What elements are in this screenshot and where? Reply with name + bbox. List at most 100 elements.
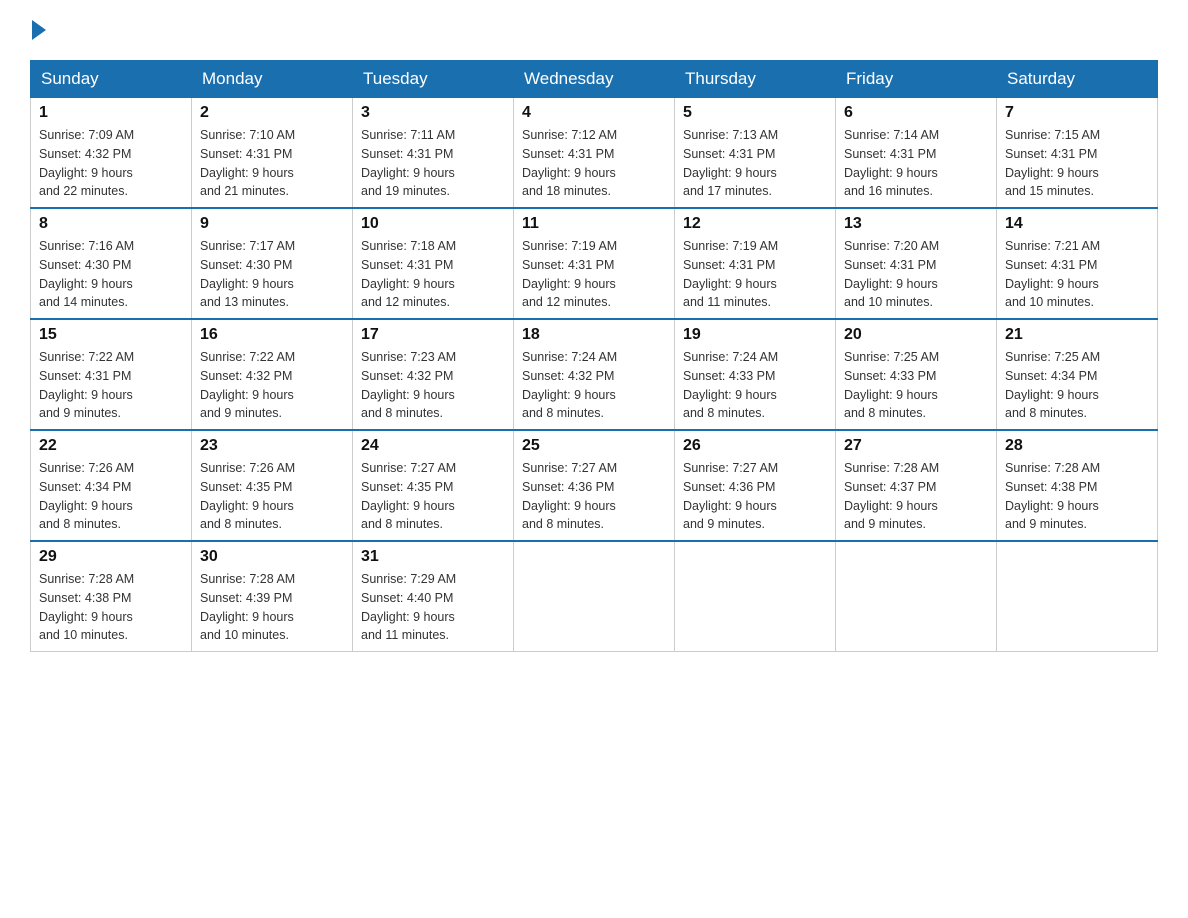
weekday-header-thursday: Thursday xyxy=(675,61,836,98)
day-number: 9 xyxy=(200,215,344,233)
weekday-header-row: SundayMondayTuesdayWednesdayThursdayFrid… xyxy=(31,61,1158,98)
day-info: Sunrise: 7:28 AMSunset: 4:38 PMDaylight:… xyxy=(39,570,183,645)
day-number: 8 xyxy=(39,215,183,233)
weekday-header-friday: Friday xyxy=(836,61,997,98)
day-info: Sunrise: 7:23 AMSunset: 4:32 PMDaylight:… xyxy=(361,348,505,423)
day-number: 22 xyxy=(39,437,183,455)
calendar-cell: 2 Sunrise: 7:10 AMSunset: 4:31 PMDayligh… xyxy=(192,98,353,209)
day-number: 2 xyxy=(200,104,344,122)
day-info: Sunrise: 7:19 AMSunset: 4:31 PMDaylight:… xyxy=(522,237,666,312)
calendar-cell: 20 Sunrise: 7:25 AMSunset: 4:33 PMDaylig… xyxy=(836,319,997,430)
calendar-cell: 22 Sunrise: 7:26 AMSunset: 4:34 PMDaylig… xyxy=(31,430,192,541)
day-number: 19 xyxy=(683,326,827,344)
weekday-header-saturday: Saturday xyxy=(997,61,1158,98)
weekday-header-tuesday: Tuesday xyxy=(353,61,514,98)
day-info: Sunrise: 7:11 AMSunset: 4:31 PMDaylight:… xyxy=(361,126,505,201)
day-number: 7 xyxy=(1005,104,1149,122)
day-info: Sunrise: 7:09 AMSunset: 4:32 PMDaylight:… xyxy=(39,126,183,201)
day-number: 20 xyxy=(844,326,988,344)
calendar-cell: 12 Sunrise: 7:19 AMSunset: 4:31 PMDaylig… xyxy=(675,208,836,319)
day-number: 13 xyxy=(844,215,988,233)
day-info: Sunrise: 7:29 AMSunset: 4:40 PMDaylight:… xyxy=(361,570,505,645)
calendar-week-2: 8 Sunrise: 7:16 AMSunset: 4:30 PMDayligh… xyxy=(31,208,1158,319)
calendar-cell: 17 Sunrise: 7:23 AMSunset: 4:32 PMDaylig… xyxy=(353,319,514,430)
day-info: Sunrise: 7:24 AMSunset: 4:32 PMDaylight:… xyxy=(522,348,666,423)
day-number: 30 xyxy=(200,548,344,566)
day-number: 14 xyxy=(1005,215,1149,233)
calendar-cell: 9 Sunrise: 7:17 AMSunset: 4:30 PMDayligh… xyxy=(192,208,353,319)
logo-area xyxy=(30,20,48,40)
day-number: 27 xyxy=(844,437,988,455)
calendar-cell: 4 Sunrise: 7:12 AMSunset: 4:31 PMDayligh… xyxy=(514,98,675,209)
day-info: Sunrise: 7:18 AMSunset: 4:31 PMDaylight:… xyxy=(361,237,505,312)
day-info: Sunrise: 7:19 AMSunset: 4:31 PMDaylight:… xyxy=(683,237,827,312)
day-number: 28 xyxy=(1005,437,1149,455)
day-number: 17 xyxy=(361,326,505,344)
calendar-cell xyxy=(836,541,997,652)
day-info: Sunrise: 7:12 AMSunset: 4:31 PMDaylight:… xyxy=(522,126,666,201)
day-number: 15 xyxy=(39,326,183,344)
calendar-week-3: 15 Sunrise: 7:22 AMSunset: 4:31 PMDaylig… xyxy=(31,319,1158,430)
calendar-cell: 21 Sunrise: 7:25 AMSunset: 4:34 PMDaylig… xyxy=(997,319,1158,430)
day-number: 10 xyxy=(361,215,505,233)
calendar-cell: 1 Sunrise: 7:09 AMSunset: 4:32 PMDayligh… xyxy=(31,98,192,209)
day-number: 1 xyxy=(39,104,183,122)
weekday-header-monday: Monday xyxy=(192,61,353,98)
day-number: 26 xyxy=(683,437,827,455)
calendar-cell: 25 Sunrise: 7:27 AMSunset: 4:36 PMDaylig… xyxy=(514,430,675,541)
day-info: Sunrise: 7:25 AMSunset: 4:33 PMDaylight:… xyxy=(844,348,988,423)
day-number: 4 xyxy=(522,104,666,122)
day-number: 16 xyxy=(200,326,344,344)
logo xyxy=(30,20,48,40)
calendar-cell: 6 Sunrise: 7:14 AMSunset: 4:31 PMDayligh… xyxy=(836,98,997,209)
day-number: 5 xyxy=(683,104,827,122)
day-info: Sunrise: 7:22 AMSunset: 4:32 PMDaylight:… xyxy=(200,348,344,423)
day-number: 25 xyxy=(522,437,666,455)
day-number: 31 xyxy=(361,548,505,566)
calendar-cell: 27 Sunrise: 7:28 AMSunset: 4:37 PMDaylig… xyxy=(836,430,997,541)
day-info: Sunrise: 7:17 AMSunset: 4:30 PMDaylight:… xyxy=(200,237,344,312)
day-info: Sunrise: 7:28 AMSunset: 4:37 PMDaylight:… xyxy=(844,459,988,534)
calendar-cell: 23 Sunrise: 7:26 AMSunset: 4:35 PMDaylig… xyxy=(192,430,353,541)
calendar-cell: 30 Sunrise: 7:28 AMSunset: 4:39 PMDaylig… xyxy=(192,541,353,652)
day-number: 24 xyxy=(361,437,505,455)
day-info: Sunrise: 7:25 AMSunset: 4:34 PMDaylight:… xyxy=(1005,348,1149,423)
header xyxy=(30,20,1158,40)
calendar-week-1: 1 Sunrise: 7:09 AMSunset: 4:32 PMDayligh… xyxy=(31,98,1158,209)
calendar-cell: 8 Sunrise: 7:16 AMSunset: 4:30 PMDayligh… xyxy=(31,208,192,319)
day-info: Sunrise: 7:22 AMSunset: 4:31 PMDaylight:… xyxy=(39,348,183,423)
weekday-header-wednesday: Wednesday xyxy=(514,61,675,98)
calendar-cell xyxy=(675,541,836,652)
calendar-cell: 24 Sunrise: 7:27 AMSunset: 4:35 PMDaylig… xyxy=(353,430,514,541)
calendar-cell: 19 Sunrise: 7:24 AMSunset: 4:33 PMDaylig… xyxy=(675,319,836,430)
day-info: Sunrise: 7:27 AMSunset: 4:36 PMDaylight:… xyxy=(522,459,666,534)
calendar-cell: 10 Sunrise: 7:18 AMSunset: 4:31 PMDaylig… xyxy=(353,208,514,319)
calendar-cell: 29 Sunrise: 7:28 AMSunset: 4:38 PMDaylig… xyxy=(31,541,192,652)
calendar-cell: 28 Sunrise: 7:28 AMSunset: 4:38 PMDaylig… xyxy=(997,430,1158,541)
calendar-cell: 14 Sunrise: 7:21 AMSunset: 4:31 PMDaylig… xyxy=(997,208,1158,319)
day-number: 21 xyxy=(1005,326,1149,344)
day-info: Sunrise: 7:20 AMSunset: 4:31 PMDaylight:… xyxy=(844,237,988,312)
calendar-body: 1 Sunrise: 7:09 AMSunset: 4:32 PMDayligh… xyxy=(31,98,1158,652)
day-number: 23 xyxy=(200,437,344,455)
calendar-cell: 5 Sunrise: 7:13 AMSunset: 4:31 PMDayligh… xyxy=(675,98,836,209)
calendar-cell: 13 Sunrise: 7:20 AMSunset: 4:31 PMDaylig… xyxy=(836,208,997,319)
calendar-week-4: 22 Sunrise: 7:26 AMSunset: 4:34 PMDaylig… xyxy=(31,430,1158,541)
calendar-cell: 11 Sunrise: 7:19 AMSunset: 4:31 PMDaylig… xyxy=(514,208,675,319)
calendar-cell xyxy=(997,541,1158,652)
calendar-cell: 15 Sunrise: 7:22 AMSunset: 4:31 PMDaylig… xyxy=(31,319,192,430)
calendar-cell: 18 Sunrise: 7:24 AMSunset: 4:32 PMDaylig… xyxy=(514,319,675,430)
day-number: 11 xyxy=(522,215,666,233)
calendar-cell: 3 Sunrise: 7:11 AMSunset: 4:31 PMDayligh… xyxy=(353,98,514,209)
day-number: 18 xyxy=(522,326,666,344)
day-number: 12 xyxy=(683,215,827,233)
day-info: Sunrise: 7:16 AMSunset: 4:30 PMDaylight:… xyxy=(39,237,183,312)
day-info: Sunrise: 7:28 AMSunset: 4:38 PMDaylight:… xyxy=(1005,459,1149,534)
day-number: 6 xyxy=(844,104,988,122)
day-number: 29 xyxy=(39,548,183,566)
day-info: Sunrise: 7:28 AMSunset: 4:39 PMDaylight:… xyxy=(200,570,344,645)
day-number: 3 xyxy=(361,104,505,122)
day-info: Sunrise: 7:27 AMSunset: 4:36 PMDaylight:… xyxy=(683,459,827,534)
day-info: Sunrise: 7:27 AMSunset: 4:35 PMDaylight:… xyxy=(361,459,505,534)
day-info: Sunrise: 7:10 AMSunset: 4:31 PMDaylight:… xyxy=(200,126,344,201)
